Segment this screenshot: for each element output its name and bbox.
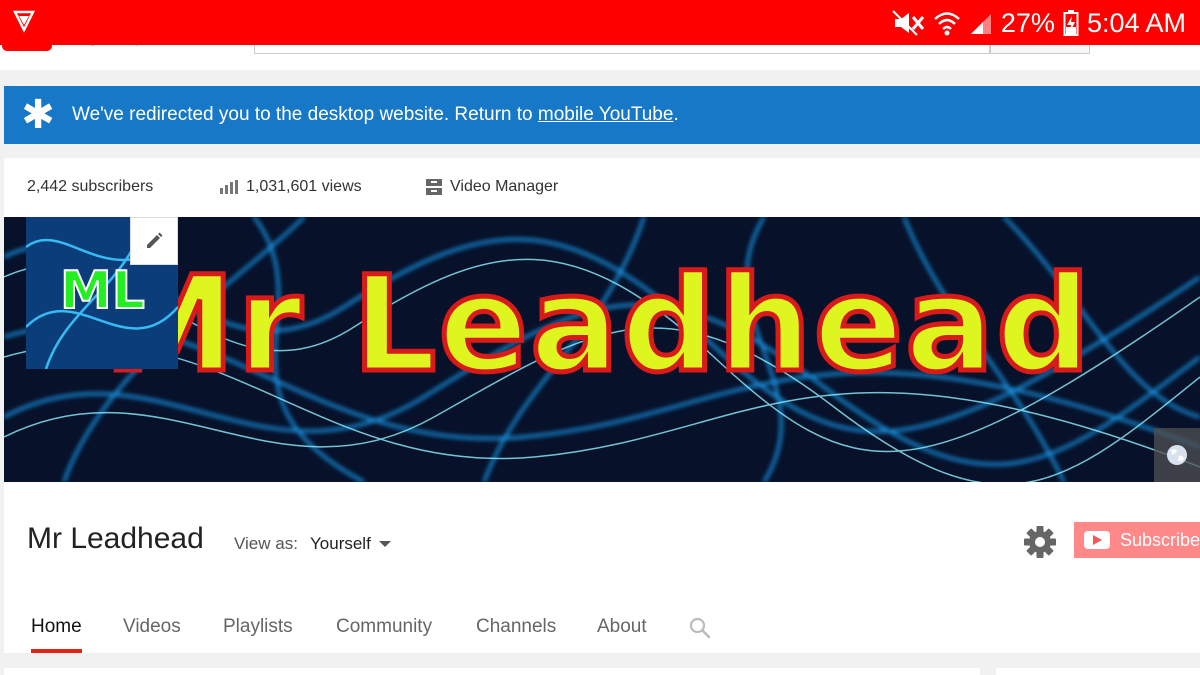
view-count: 1,031,601 views <box>220 178 362 196</box>
search-input[interactable] <box>254 44 990 54</box>
subscriber-count-text: 2,442 subscribers <box>27 178 154 195</box>
subscriber-count: 2,442 subscribers <box>27 178 153 196</box>
asterisk-icon: ✱ <box>21 93 55 137</box>
mute-icon <box>892 10 925 36</box>
channel-name: Mr Leadhead <box>27 522 204 555</box>
channel-stats: 2,442 subscribers 1,031,601 views Video … <box>4 158 1200 217</box>
redirect-banner: ✱ We've redirected you to the desktop we… <box>4 86 1200 144</box>
globe-icon <box>1167 445 1187 465</box>
tab-about[interactable]: About <box>597 606 647 653</box>
channel-card: 2,442 subscribers 1,031,601 views Video … <box>4 158 1200 653</box>
sidebar-section <box>996 668 1200 675</box>
mobile-youtube-link[interactable]: mobile YouTube <box>538 104 674 125</box>
tab-community[interactable]: Community <box>336 606 432 653</box>
battery-charging-icon <box>1063 10 1079 36</box>
view-as-value: Yourself <box>310 534 371 553</box>
search-icon[interactable] <box>688 616 712 640</box>
subscribe-label: Subscribe <box>1120 529 1200 550</box>
video-manager-link[interactable]: Video Manager <box>426 178 558 196</box>
channel-art-banner: Mr Leadhead <box>4 217 1200 482</box>
banner-text: We've redirected you to the desktop webs… <box>72 104 679 126</box>
gear-icon[interactable] <box>1022 524 1058 560</box>
video-manager-label: Video Manager <box>450 178 559 195</box>
view-as-label: View as: <box>234 534 298 553</box>
banner-message: We've redirected you to the desktop webs… <box>72 104 538 125</box>
channel-art-title: Mr Leadhead <box>102 248 1094 402</box>
subscribe-button[interactable]: Subscribe <box>1074 522 1200 558</box>
youtube-logo[interactable] <box>2 44 52 51</box>
tab-playlists[interactable]: Playlists <box>223 606 293 653</box>
search-button[interactable] <box>990 44 1090 54</box>
view-count-text: 1,031,601 views <box>246 178 362 195</box>
battery-percent: 27% <box>1000 7 1055 38</box>
youtube-play-icon <box>1084 531 1110 549</box>
tab-channels[interactable]: Channels <box>476 606 556 653</box>
video-manager-icon <box>426 179 442 195</box>
wifi-icon <box>934 12 960 36</box>
signal-icon <box>970 14 991 34</box>
content-section <box>4 668 980 675</box>
edit-avatar-button[interactable] <box>130 217 178 265</box>
bar-chart-icon <box>220 180 238 194</box>
status-bar: 27% 5:04 AM <box>0 0 1200 45</box>
avatar-text: ML <box>59 260 146 322</box>
pencil-icon <box>147 232 163 248</box>
clock: 5:04 AM <box>1086 7 1186 38</box>
channel-links-button[interactable] <box>1154 428 1200 482</box>
tab-videos[interactable]: Videos <box>123 606 181 653</box>
caret-down-icon <box>378 541 391 547</box>
app-notification-icon <box>12 10 36 33</box>
tab-home[interactable]: Home <box>31 606 82 653</box>
banner-suffix: . <box>673 104 679 125</box>
view-as-dropdown[interactable]: Yourself <box>310 534 391 554</box>
